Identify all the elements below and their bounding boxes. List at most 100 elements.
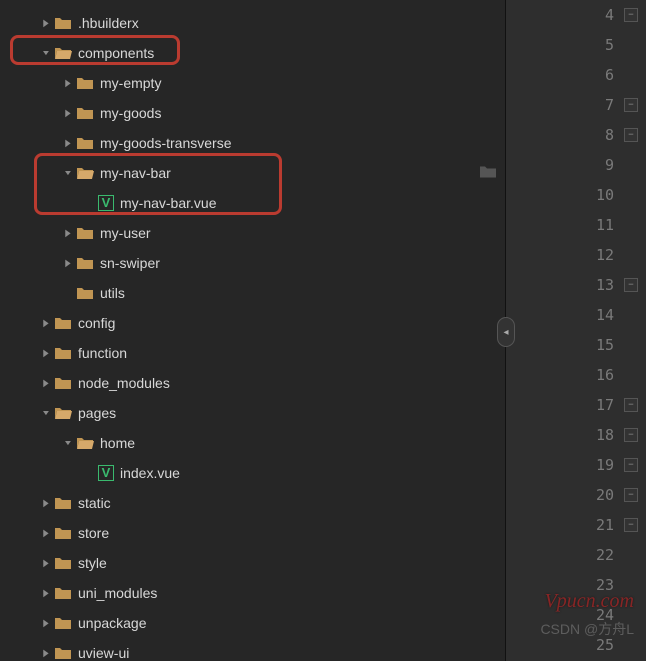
fold-marker-icon[interactable]: − <box>624 278 638 292</box>
chevron-right-icon[interactable]: ▶ <box>62 105 73 121</box>
folder-icon <box>54 556 72 570</box>
chevron-right-icon[interactable]: ▶ <box>40 495 51 511</box>
gutter-line[interactable]: 7− <box>506 90 646 120</box>
chevron-right-icon[interactable]: ▶ <box>40 15 51 31</box>
folder-icon <box>76 226 94 240</box>
tree-row[interactable]: ▶uview-ui <box>0 638 505 661</box>
tree-item-label: unpackage <box>78 615 147 631</box>
tree-row[interactable]: ▶.hbuilderx <box>0 8 505 38</box>
tree-item-label: node_modules <box>78 375 170 391</box>
tree-row[interactable]: ▶ my-empty <box>0 68 505 98</box>
panel-collapse-handle[interactable]: ◂ <box>497 317 515 347</box>
line-number: 15 <box>584 336 614 354</box>
fold-marker-icon[interactable]: − <box>624 488 638 502</box>
tree-row[interactable]: ▶function <box>0 338 505 368</box>
chevron-right-icon[interactable]: ▶ <box>40 615 51 631</box>
tree-item-label: my-nav-bar.vue <box>120 195 216 211</box>
editor-gutter: ◂ 4−567−8−910111213−14151617−18−19−20−21… <box>505 0 646 661</box>
tree-row[interactable]: ▶ sn-swiper <box>0 248 505 278</box>
tree-row[interactable]: ▶config <box>0 308 505 338</box>
gutter-line[interactable]: 12 <box>506 240 646 270</box>
line-number: 10 <box>584 186 614 204</box>
fold-spacer <box>624 548 638 562</box>
line-number: 6 <box>584 66 614 84</box>
fold-marker-icon[interactable]: − <box>624 518 638 532</box>
chevron-right-icon[interactable]: ▶ <box>62 75 73 91</box>
gutter-line[interactable]: 15 <box>506 330 646 360</box>
chevron-left-icon: ◂ <box>503 327 508 338</box>
gutter-line[interactable]: 18− <box>506 420 646 450</box>
tree-row[interactable]: ▼home <box>0 428 505 458</box>
line-number: 17 <box>584 396 614 414</box>
gutter-line[interactable]: 14 <box>506 300 646 330</box>
tree-item-label: uni_modules <box>78 585 157 601</box>
gutter-line[interactable]: 9 <box>506 150 646 180</box>
chevron-none <box>60 285 76 301</box>
fold-marker-icon[interactable]: − <box>624 8 638 22</box>
fold-marker-icon[interactable]: − <box>624 98 638 112</box>
fold-marker-icon[interactable]: − <box>624 458 638 472</box>
watermark-site: Vpucn.com <box>545 590 634 613</box>
tree-row[interactable]: ▶my-goods <box>0 98 505 128</box>
tree-row[interactable]: ▶ unpackage <box>0 608 505 638</box>
gutter-line[interactable]: 8− <box>506 120 646 150</box>
chevron-right-icon[interactable]: ▶ <box>62 135 73 151</box>
tree-item-label: utils <box>100 285 125 301</box>
chevron-right-icon[interactable]: ▶ <box>62 255 73 271</box>
line-number: 12 <box>584 246 614 264</box>
folder-icon <box>76 256 94 270</box>
chevron-down-icon[interactable]: ▼ <box>60 437 76 448</box>
tree-row[interactable]: Vmy-nav-bar.vue <box>0 188 505 218</box>
gutter-line[interactable]: 20− <box>506 480 646 510</box>
gutter-line[interactable]: 19− <box>506 450 646 480</box>
chevron-right-icon[interactable]: ▶ <box>40 375 51 391</box>
chevron-right-icon[interactable]: ▶ <box>40 555 51 571</box>
chevron-down-icon[interactable]: ▼ <box>38 407 54 418</box>
fold-marker-icon[interactable]: − <box>624 398 638 412</box>
fold-spacer <box>624 338 638 352</box>
tree-row[interactable]: ▶style <box>0 548 505 578</box>
file-tree-panel: ▶.hbuilderx▼components ▶ my-empty ▶my-goods… <box>0 0 505 661</box>
fold-marker-icon[interactable]: − <box>624 128 638 142</box>
folder-icon <box>479 165 497 182</box>
tree-row[interactable]: ▶my-goods-transverse <box>0 128 505 158</box>
tree-row[interactable]: ▶store <box>0 518 505 548</box>
file-tree[interactable]: ▶.hbuilderx▼components ▶ my-empty ▶my-goods… <box>0 0 505 661</box>
gutter-line[interactable]: 16 <box>506 360 646 390</box>
gutter-line[interactable]: 5 <box>506 30 646 60</box>
tree-row[interactable]: ▼components <box>0 38 505 68</box>
tree-row[interactable]: utils <box>0 278 505 308</box>
folder-icon <box>76 106 94 120</box>
gutter-line[interactable]: 13− <box>506 270 646 300</box>
fold-spacer <box>624 218 638 232</box>
chevron-right-icon[interactable]: ▶ <box>40 345 51 361</box>
chevron-right-icon[interactable]: ▶ <box>40 315 51 331</box>
tree-item-label: my-empty <box>100 75 161 91</box>
tree-row[interactable]: Vindex.vue <box>0 458 505 488</box>
chevron-right-icon[interactable]: ▶ <box>62 225 73 241</box>
tree-row[interactable]: ▶ node_modules <box>0 368 505 398</box>
gutter-line[interactable]: 6 <box>506 60 646 90</box>
fold-marker-icon[interactable]: − <box>624 428 638 442</box>
tree-row[interactable]: ▶my-user <box>0 218 505 248</box>
chevron-right-icon[interactable]: ▶ <box>40 585 51 601</box>
chevron-right-icon[interactable]: ▶ <box>40 645 51 661</box>
chevron-right-icon[interactable]: ▶ <box>40 525 51 541</box>
tree-item-label: static <box>78 495 111 511</box>
fold-spacer <box>624 368 638 382</box>
gutter-line[interactable]: 22 <box>506 540 646 570</box>
tree-row[interactable]: ▼my-nav-bar <box>0 158 505 188</box>
gutter-line[interactable]: 10 <box>506 180 646 210</box>
line-number: 4 <box>584 6 614 24</box>
tree-row[interactable]: ▶ uni_modules <box>0 578 505 608</box>
gutter-line[interactable]: 4− <box>506 0 646 30</box>
gutter-line[interactable]: 11 <box>506 210 646 240</box>
tree-item-label: sn-swiper <box>100 255 160 271</box>
gutter-line[interactable]: 17− <box>506 390 646 420</box>
gutter-line[interactable]: 21− <box>506 510 646 540</box>
tree-row[interactable]: ▼pages <box>0 398 505 428</box>
chevron-down-icon[interactable]: ▼ <box>38 47 54 58</box>
chevron-down-icon[interactable]: ▼ <box>60 167 76 178</box>
tree-row[interactable]: ▶ static <box>0 488 505 518</box>
line-number: 5 <box>584 36 614 54</box>
